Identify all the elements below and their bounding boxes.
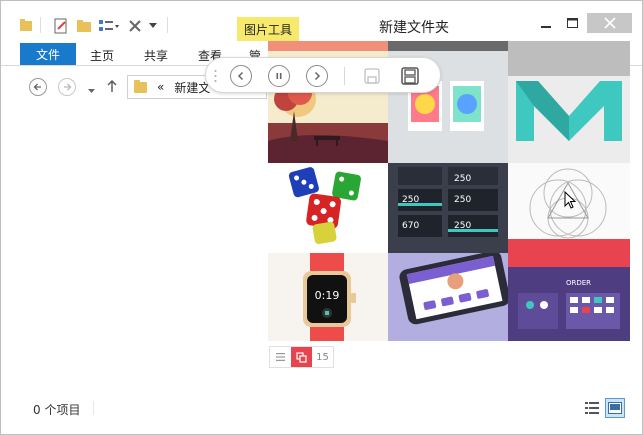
- status-bar: 0 个项目: [1, 393, 642, 423]
- card-number-2: 250: [454, 195, 471, 205]
- back-button[interactable]: [29, 78, 47, 96]
- card-number-1: 250: [402, 195, 419, 205]
- save-as-button[interactable]: [400, 66, 420, 86]
- list-view-button[interactable]: [270, 347, 291, 367]
- arrow-up-icon: [107, 80, 117, 92]
- large-icons-view-icon: [608, 402, 622, 414]
- viewer-pager: 15: [269, 346, 334, 368]
- chevron-down-icon[interactable]: [148, 17, 158, 35]
- minimize-button[interactable]: [536, 13, 556, 33]
- delete-icon[interactable]: [126, 17, 144, 35]
- qa-divider-2: [167, 17, 168, 33]
- tab-file[interactable]: 文件: [20, 43, 76, 65]
- previous-button[interactable]: [230, 65, 252, 87]
- order-label: ORDER: [566, 279, 591, 287]
- card-number-4: 250: [454, 221, 471, 231]
- folder-icon: [134, 79, 147, 93]
- item-count: 0 个项目: [33, 403, 81, 417]
- large-icons-view-button[interactable]: [605, 398, 625, 418]
- list-icon: [276, 353, 285, 361]
- save-icon: [364, 68, 380, 84]
- chevron-left-icon: [237, 71, 244, 81]
- close-icon: [603, 17, 616, 29]
- view-options-icon[interactable]: [97, 17, 121, 35]
- status-divider: [93, 401, 94, 415]
- card-number-3: 670: [402, 221, 419, 231]
- image-watch[interactable]: 0:19: [268, 253, 388, 341]
- picture-tools-context-tab[interactable]: 图片工具: [237, 17, 299, 41]
- next-button[interactable]: [306, 65, 328, 87]
- slideshow-toolbar: [205, 57, 441, 93]
- tab-share[interactable]: 共享: [139, 44, 173, 66]
- mouse-cursor-icon: [564, 190, 577, 212]
- image-letter-m[interactable]: [508, 41, 630, 163]
- drag-handle-icon[interactable]: [214, 69, 217, 83]
- breadcrumb-overflow[interactable]: «: [157, 80, 164, 94]
- forward-button[interactable]: [58, 78, 76, 96]
- gallery-view-button[interactable]: [291, 347, 312, 367]
- pause-button[interactable]: [268, 65, 290, 87]
- details-view-button[interactable]: [583, 399, 601, 417]
- image-dark-cards[interactable]: 250 250 670 250 250: [388, 163, 508, 253]
- maximize-button[interactable]: [562, 13, 582, 33]
- save-as-icon: [401, 67, 419, 85]
- qa-divider: [40, 17, 41, 33]
- close-button[interactable]: [587, 13, 632, 33]
- image-order-ui[interactable]: ORDER: [508, 253, 630, 341]
- image-phone-app[interactable]: [388, 253, 508, 341]
- image-dice[interactable]: [268, 163, 388, 253]
- toolbar-divider: [344, 67, 345, 85]
- recent-locations-chevron-icon[interactable]: [88, 83, 95, 97]
- up-button[interactable]: [106, 79, 118, 96]
- arrow-left-icon: [33, 83, 41, 91]
- details-view-icon: [585, 402, 599, 414]
- watch-time: 0:19: [315, 289, 340, 302]
- images-icon: [296, 351, 307, 363]
- properties-icon[interactable]: [52, 17, 70, 35]
- arrow-right-icon: [64, 83, 72, 91]
- image-count: 15: [316, 351, 329, 363]
- tab-home[interactable]: 主页: [85, 44, 119, 66]
- new-folder-icon[interactable]: [75, 17, 93, 35]
- breadcrumb-current[interactable]: 新建文: [174, 79, 210, 96]
- chevron-right-icon: [314, 71, 321, 81]
- folder-icon[interactable]: [18, 17, 34, 33]
- window-title: 新建文件夹: [379, 20, 449, 36]
- pause-icon: [276, 73, 282, 79]
- card-number-5: 250: [454, 174, 471, 184]
- title-bar: 图片工具 新建文件夹: [1, 1, 642, 41]
- explorer-window: 图片工具 新建文件夹 文件 主页 共享 查看 管 « 新建文 250 250 6…: [0, 0, 643, 435]
- save-button[interactable]: [362, 66, 382, 86]
